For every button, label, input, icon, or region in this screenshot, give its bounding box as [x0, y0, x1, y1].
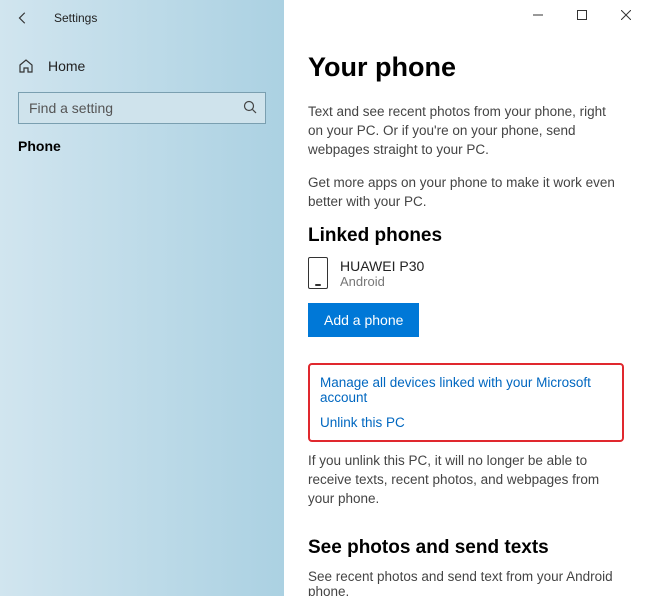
home-icon: [18, 58, 34, 74]
page-title: Your phone: [308, 52, 624, 83]
home-nav[interactable]: Home: [0, 48, 284, 84]
linked-phone-row: HUAWEI P30 Android: [308, 257, 624, 289]
titlebar: Settings: [0, 0, 284, 36]
manage-devices-link[interactable]: Manage all devices linked with your Micr…: [320, 375, 612, 405]
minimize-button[interactable]: [516, 0, 560, 30]
phone-icon: [308, 257, 328, 289]
linked-phones-heading: Linked phones: [308, 225, 624, 247]
maximize-button[interactable]: [560, 0, 604, 30]
close-button[interactable]: [604, 0, 648, 30]
search-wrap: [18, 92, 266, 124]
app-title: Settings: [54, 11, 97, 25]
photos-desc: See recent photos and send text from you…: [308, 569, 624, 596]
description-1: Text and see recent photos from your pho…: [308, 103, 624, 160]
description-2: Get more apps on your phone to make it w…: [308, 174, 624, 212]
photos-heading: See photos and send texts: [308, 537, 624, 559]
content: Your phone Text and see recent photos fr…: [284, 0, 648, 596]
search-icon: [242, 99, 258, 115]
unlink-note: If you unlink this PC, it will no longer…: [308, 452, 624, 509]
sidebar-item-phone[interactable]: Phone: [0, 124, 284, 154]
phone-os: Android: [340, 274, 424, 289]
link-highlight-box: Manage all devices linked with your Micr…: [308, 363, 624, 442]
window-controls: [516, 0, 648, 30]
add-phone-button[interactable]: Add a phone: [308, 303, 419, 337]
main-panel: Your phone Text and see recent photos fr…: [284, 0, 648, 596]
sidebar: Settings Home Phone: [0, 0, 284, 596]
back-arrow-icon[interactable]: [14, 9, 32, 27]
phone-name: HUAWEI P30: [340, 258, 424, 274]
home-label: Home: [48, 58, 85, 74]
search-input[interactable]: [18, 92, 266, 124]
unlink-pc-link[interactable]: Unlink this PC: [320, 415, 612, 430]
